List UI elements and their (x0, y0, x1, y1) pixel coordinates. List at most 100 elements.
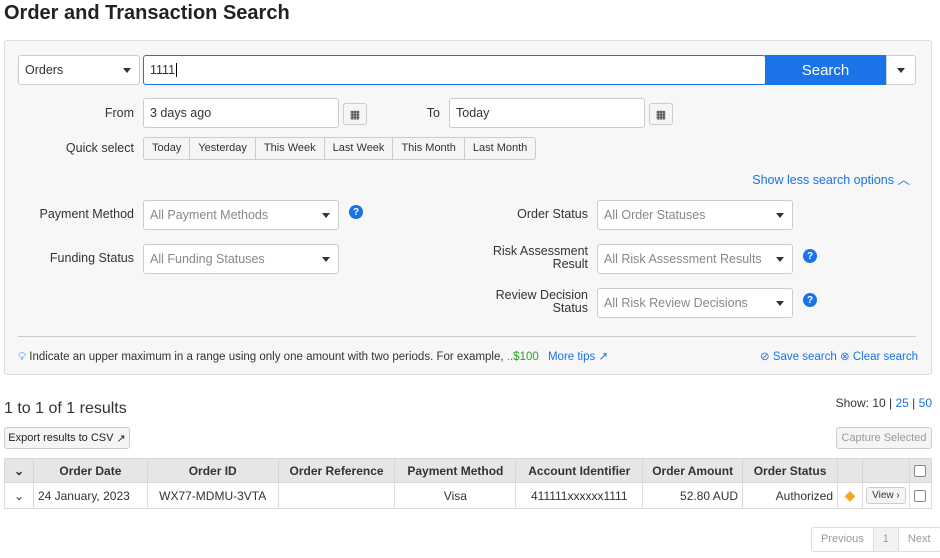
cell-order-reference (277, 482, 396, 509)
review-decision-label: Review Decision Status (460, 289, 588, 315)
cell-order-id: WX77-MDMU-3VTA (146, 482, 279, 509)
external-link-icon: ↗ (598, 351, 609, 363)
review-decision-value: All Risk Review Decisions (604, 296, 748, 310)
quick-select-last-week[interactable]: Last Week (325, 138, 394, 159)
to-value: Today (456, 106, 490, 120)
page-size-10[interactable]: 10 (872, 396, 885, 410)
review-decision-label-line2: Status (552, 301, 588, 315)
from-label: From (104, 106, 134, 120)
search-input[interactable]: 1111 (143, 55, 766, 85)
tip-text: Indicate an upper maximum in a range usi… (29, 351, 504, 363)
search-type-select[interactable]: Orders (18, 55, 140, 85)
risk-assessment-label: Risk Assessment Result (460, 245, 588, 271)
col-indicator (837, 458, 863, 483)
export-csv-button[interactable]: Export results to CSV ↗ (4, 427, 130, 449)
more-tips-label: More tips (547, 351, 596, 363)
review-decision-select[interactable]: All Risk Review Decisions (597, 288, 793, 318)
calendar-icon[interactable]: ▦ (649, 103, 673, 125)
search-type-value: Orders (25, 63, 64, 77)
select-all-checkbox[interactable] (914, 465, 927, 478)
col-order-amount[interactable]: Order Amount (642, 458, 744, 483)
col-order-status[interactable]: Order Status (742, 458, 839, 483)
more-tips-link[interactable]: More tips ↗ (548, 351, 608, 363)
expand-row-icon[interactable]: ⌄ (4, 482, 34, 509)
funding-status-select[interactable]: All Funding Statuses (143, 244, 339, 274)
chevron-down-icon (123, 68, 131, 73)
chevron-down-icon (776, 213, 784, 218)
check-circle-icon: ⊘ (760, 351, 770, 363)
to-label: To (426, 106, 440, 120)
chevron-down-icon (322, 213, 330, 218)
show-less-options-link[interactable]: Show less search options ︿ (752, 169, 910, 188)
page-size-25[interactable]: 25 (895, 396, 908, 410)
warning-diamond-icon: ◆ (837, 482, 863, 509)
chevron-down-icon (776, 257, 784, 262)
search-button[interactable]: Search (765, 55, 886, 85)
col-account-identifier[interactable]: Account Identifier (515, 458, 644, 483)
page-size-selector: Show: 10 | 25 | 50 (835, 396, 932, 410)
help-icon[interactable]: ? (803, 293, 817, 307)
cell-payment-method: Visa (394, 482, 517, 509)
col-action (861, 458, 910, 483)
payment-method-select[interactable]: All Payment Methods (143, 200, 339, 230)
divider (18, 336, 916, 337)
funding-status-label: Funding Status (49, 251, 134, 265)
col-order-id[interactable]: Order ID (146, 458, 279, 483)
results-table: ⌄ Order Date Order ID Order Reference Pa… (4, 458, 933, 509)
table-header: ⌄ Order Date Order ID Order Reference Pa… (4, 458, 933, 483)
quick-select-this-week[interactable]: This Week (256, 138, 325, 159)
search-options-dropdown[interactable] (886, 55, 916, 85)
capture-label: Capture Selected (841, 432, 927, 444)
order-status-select[interactable]: All Order Statuses (597, 200, 793, 230)
to-input[interactable]: Today (449, 98, 645, 128)
risk-assessment-value: All Risk Assessment Results (604, 252, 762, 266)
quick-select-this-month[interactable]: This Month (393, 138, 465, 159)
quick-select-last-month[interactable]: Last Month (465, 138, 535, 159)
row-checkbox[interactable] (914, 490, 927, 503)
risk-assessment-select[interactable]: All Risk Assessment Results (597, 244, 793, 274)
previous-page-button[interactable]: Previous (812, 528, 874, 551)
calendar-icon[interactable]: ▦ (343, 103, 367, 125)
from-input[interactable]: 3 days ago (143, 98, 339, 128)
payment-method-value: All Payment Methods (150, 208, 269, 222)
quick-select-group: Today Yesterday This Week Last Week This… (143, 137, 537, 160)
next-page-button[interactable]: Next (899, 528, 940, 551)
chevron-down-icon (776, 301, 784, 306)
page-1-button[interactable]: 1 (873, 528, 899, 551)
payment-method-label: Payment Method (39, 207, 135, 221)
tip-example: ..$100 (506, 351, 539, 363)
col-order-date[interactable]: Order Date (32, 458, 148, 483)
save-search-link[interactable]: ⊘ Save search (760, 349, 837, 363)
show-label: Show: (835, 396, 869, 410)
page-title: Order and Transaction Search (4, 2, 290, 24)
external-link-icon: ↗ (116, 432, 126, 445)
cell-order-amount: 52.80 AUD (642, 482, 744, 509)
col-order-reference[interactable]: Order Reference (277, 458, 396, 483)
tip-row: 💡︎ Indicate an upper maximum in a range … (18, 349, 608, 364)
save-search-label: Save search (772, 351, 837, 363)
results-summary: 1 to 1 of 1 results (4, 400, 127, 417)
clear-search-link[interactable]: ⊗ Clear search (840, 349, 918, 363)
page-size-50[interactable]: 50 (919, 396, 932, 410)
pagination: Previous 1 Next (811, 527, 940, 552)
expand-all-icon[interactable]: ⌄ (4, 458, 34, 483)
risk-assessment-label-line2: Result (552, 257, 588, 271)
funding-status-value: All Funding Statuses (150, 252, 265, 266)
table-row: ⌄ 24 January, 2023 WX77-MDMU-3VTA Visa 4… (4, 482, 933, 509)
col-payment-method[interactable]: Payment Method (394, 458, 517, 483)
quick-select-today[interactable]: Today (144, 138, 191, 159)
view-button[interactable]: View › (866, 487, 906, 504)
chevron-down-icon (322, 257, 330, 262)
view-label: View (872, 490, 894, 501)
order-status-label: Order Status (517, 207, 588, 221)
cell-order-date: 24 January, 2023 (32, 482, 148, 509)
clear-search-label: Clear search (852, 351, 919, 363)
cell-order-status: Authorized (742, 482, 839, 509)
quick-select-yesterday[interactable]: Yesterday (190, 138, 256, 159)
chevron-up-icon: ︿ (897, 173, 910, 187)
lightbulb-icon: 💡︎ (18, 351, 27, 363)
help-icon[interactable]: ? (349, 205, 363, 219)
capture-selected-button[interactable]: Capture Selected (836, 427, 932, 449)
help-icon[interactable]: ? (803, 249, 817, 263)
search-query: 1111 (150, 63, 176, 77)
